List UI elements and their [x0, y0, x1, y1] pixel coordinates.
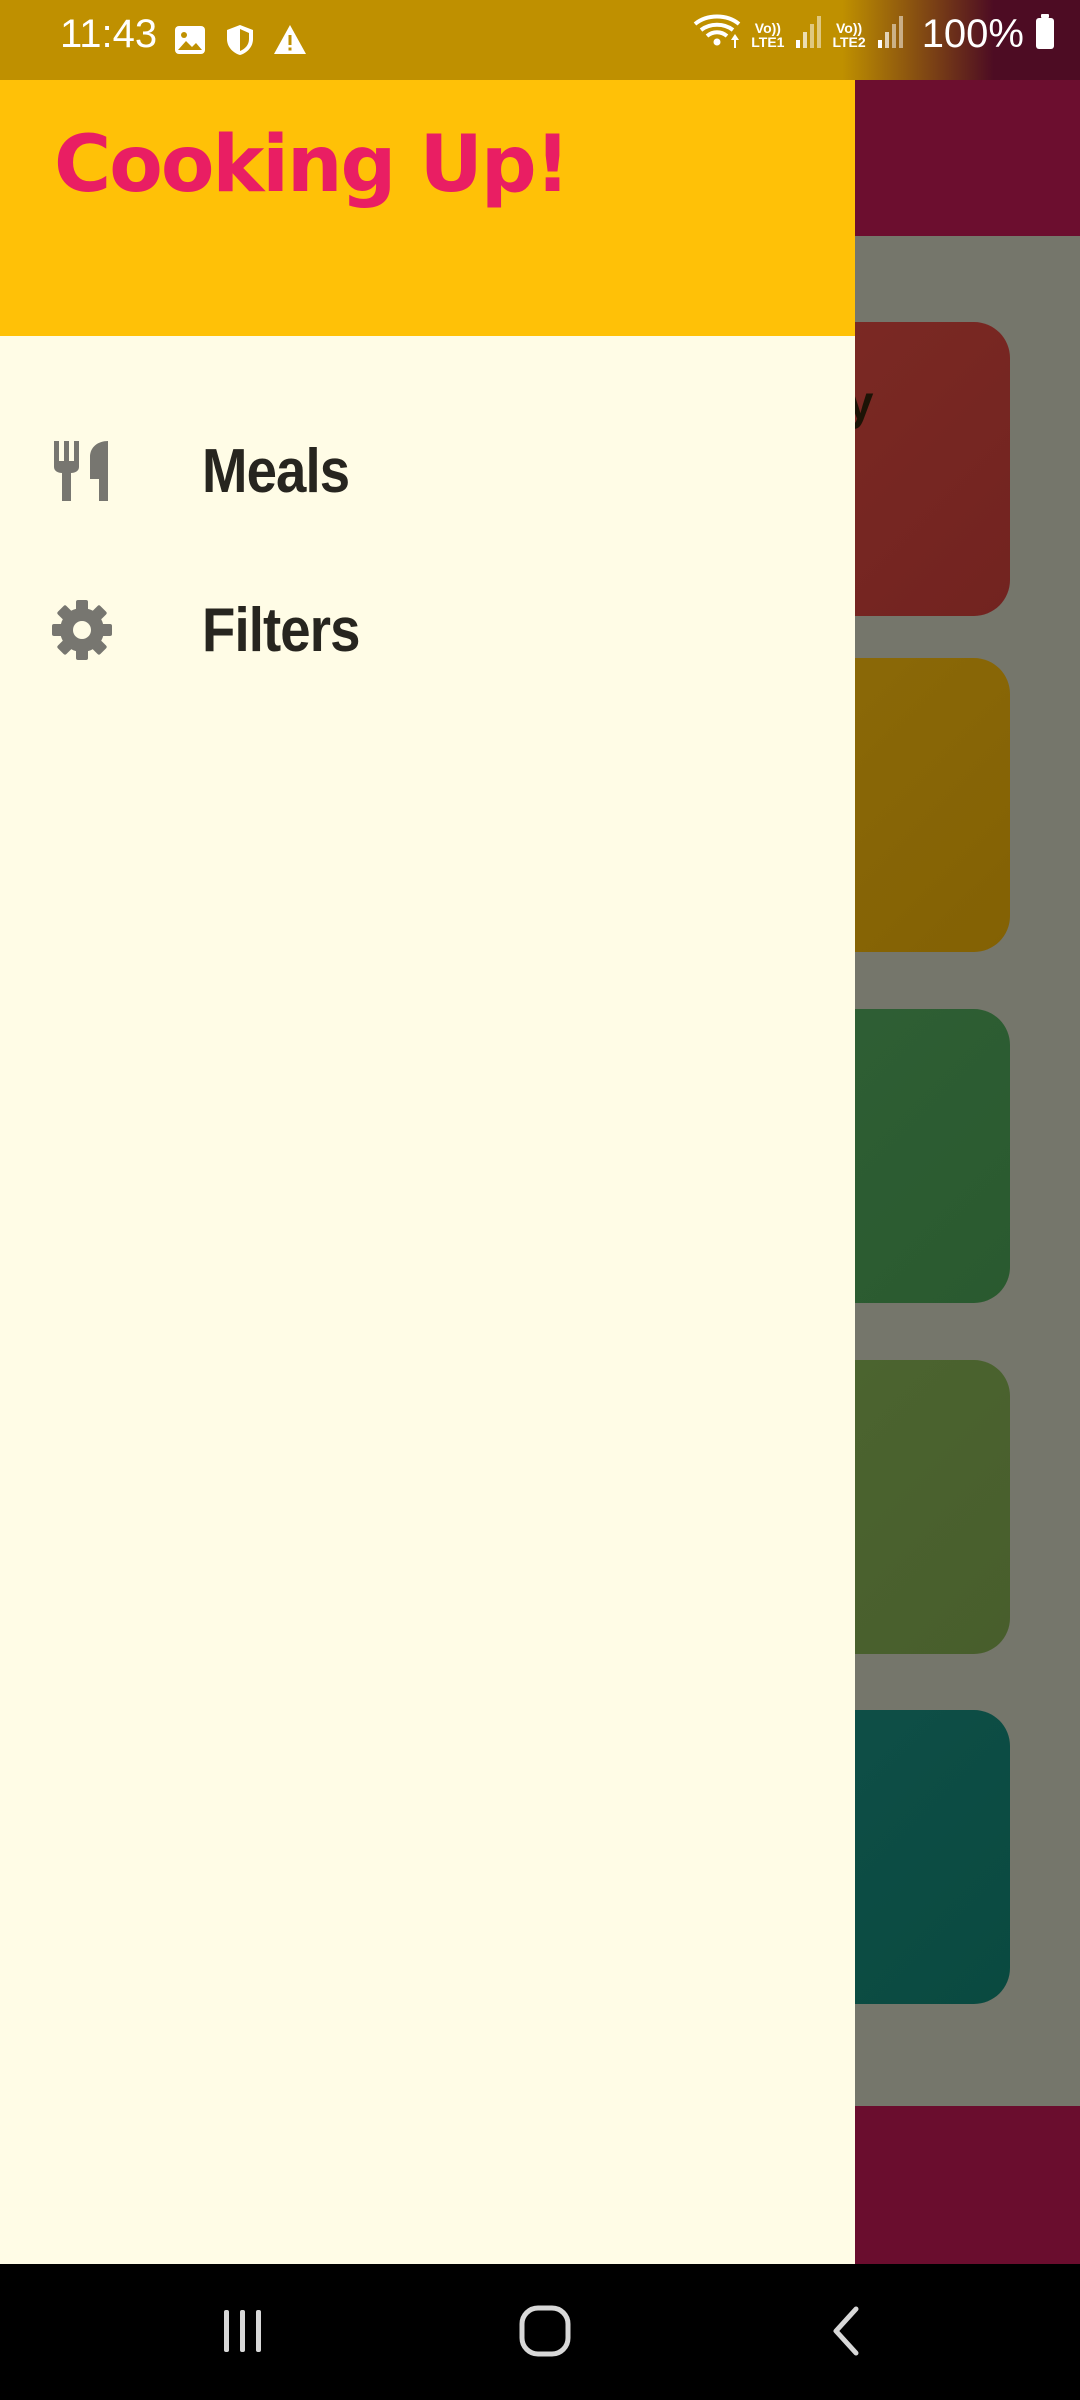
home-icon: [517, 2303, 573, 2364]
status-bar: 11:43 Vo)) LTE1 Vo)) LTE2 100%: [0, 0, 1080, 80]
restaurant-icon: [50, 439, 114, 503]
warning-icon: [272, 22, 308, 58]
sim1-label: LTE1: [751, 33, 785, 50]
shield-icon: [222, 22, 258, 58]
back-button[interactable]: [802, 2288, 892, 2378]
recents-icon: [218, 2306, 268, 2361]
image-icon: [172, 22, 208, 58]
status-icons-right: Vo)) LTE1 Vo)) LTE2 100%: [693, 12, 1056, 57]
system-navigation-bar: [0, 2264, 1080, 2400]
drawer-header: Cooking Up!: [0, 80, 855, 336]
drawer-item-filters[interactable]: Filters: [0, 555, 855, 705]
battery-icon: [1034, 13, 1056, 56]
drawer-item-label: Meals: [202, 436, 350, 506]
gear-icon: [50, 598, 114, 662]
sim1-indicator: Vo)) LTE1: [751, 21, 784, 49]
screen: sy es 11:43 Vo)) LTE1: [0, 0, 1080, 2400]
drawer-title: Cooking Up!: [54, 120, 570, 210]
drawer-item-label: Filters: [202, 595, 360, 665]
battery-percentage: 100%: [921, 12, 1024, 56]
home-button[interactable]: [500, 2288, 590, 2378]
back-icon: [822, 2303, 872, 2364]
recents-button[interactable]: [198, 2288, 288, 2378]
signal-icon: [794, 14, 822, 55]
sim2-label: LTE2: [832, 33, 866, 50]
sim2-indicator: Vo)) LTE2: [832, 21, 865, 49]
navigation-drawer: Cooking Up! Meals Filters: [0, 0, 855, 2264]
wifi-icon: [693, 12, 741, 57]
signal-icon: [876, 14, 904, 55]
status-icons-left: [172, 22, 308, 58]
drawer-item-meals[interactable]: Meals: [0, 396, 855, 546]
status-time: 11:43: [60, 12, 158, 56]
